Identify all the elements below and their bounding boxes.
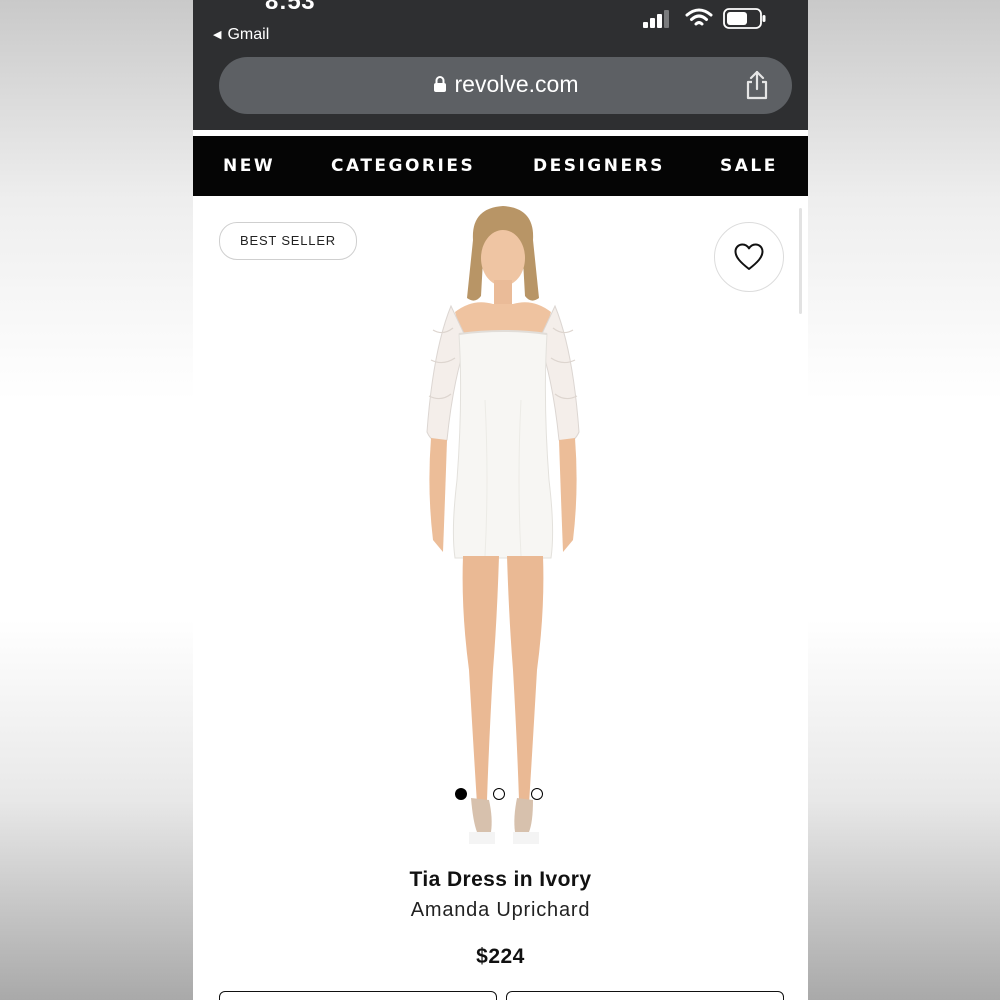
phone-screen: 8:53 ◀ Gmail revolve.com NEW CATEGORIES … xyxy=(193,0,808,1000)
product-designer-link[interactable]: Amanda Uprichard xyxy=(193,899,808,922)
nav-item-sale[interactable]: SALE xyxy=(720,156,778,176)
status-bar: 8:53 ◀ Gmail xyxy=(193,0,808,56)
url-display: revolve.com xyxy=(219,71,792,98)
back-app-label: Gmail xyxy=(227,26,270,43)
product-title: Tia Dress in Ivory xyxy=(409,868,592,891)
background-right xyxy=(808,0,1000,1000)
product-image[interactable] xyxy=(393,200,613,860)
main-nav: NEW CATEGORIES DESIGNERS SALE xyxy=(193,136,808,196)
nav-item-designers[interactable]: DESIGNERS xyxy=(533,156,665,176)
size-select-button[interactable] xyxy=(219,991,497,1000)
background-left xyxy=(0,0,193,1000)
browser-address-bar: revolve.com xyxy=(193,56,808,130)
nav-item-new[interactable]: NEW xyxy=(223,156,275,176)
product-price: $224 xyxy=(476,945,525,968)
url-text: revolve.com xyxy=(454,71,579,97)
cellular-signal-icon xyxy=(643,10,669,28)
heart-icon xyxy=(734,243,764,270)
lock-icon xyxy=(433,75,446,92)
product-detail: BEST SELLER Tia Dress in Ivory Amanda Up… xyxy=(193,196,808,1000)
back-triangle-icon: ◀ xyxy=(213,29,222,41)
carousel-dot-3[interactable] xyxy=(531,788,543,800)
status-time: 8:53 xyxy=(265,0,316,15)
carousel-dot-2[interactable] xyxy=(493,788,505,800)
share-icon[interactable] xyxy=(744,70,770,100)
back-to-app-link[interactable]: ◀ Gmail xyxy=(213,26,269,44)
wifi-icon xyxy=(685,8,713,26)
battery-icon xyxy=(723,8,766,29)
nav-item-categories[interactable]: CATEGORIES xyxy=(331,156,475,176)
url-field[interactable]: revolve.com xyxy=(219,57,792,114)
carousel-dot-1[interactable] xyxy=(455,788,467,800)
secondary-action-button[interactable] xyxy=(506,991,784,1000)
scroll-indicator xyxy=(799,208,802,314)
wishlist-button[interactable] xyxy=(714,222,784,292)
best-seller-badge: BEST SELLER xyxy=(219,222,357,260)
